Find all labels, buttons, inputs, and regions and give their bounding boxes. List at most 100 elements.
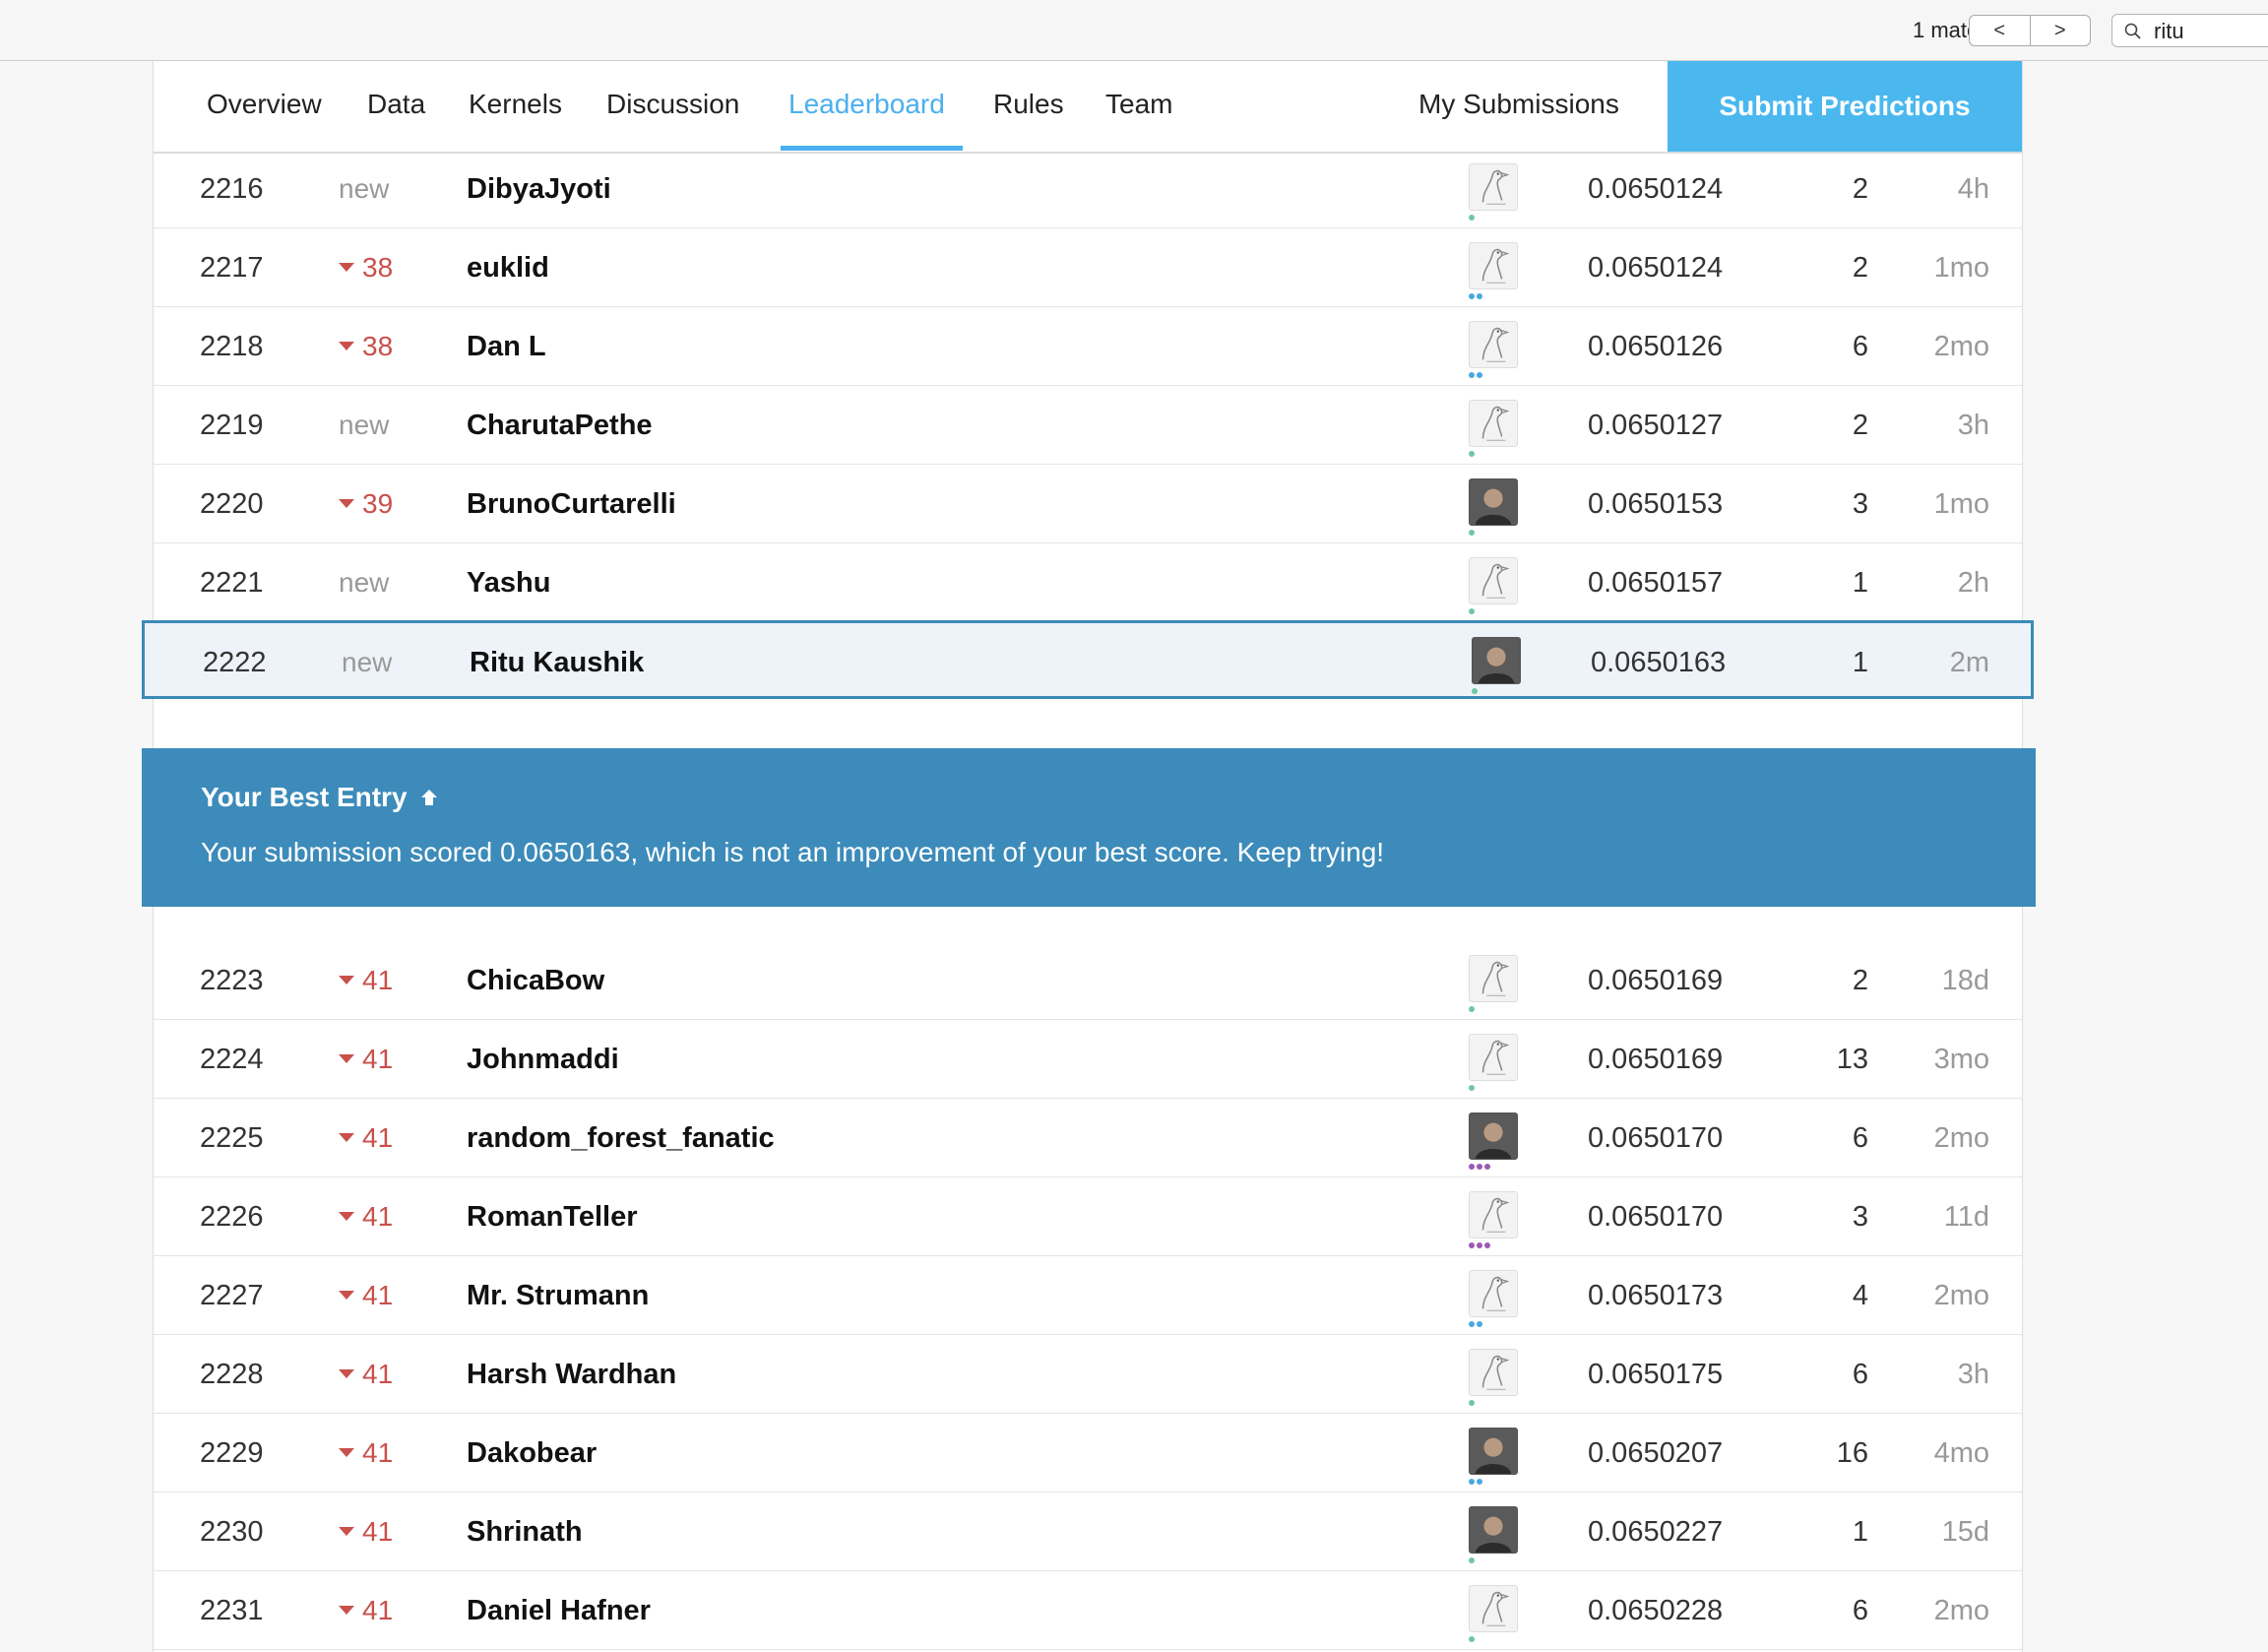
leaderboard-row[interactable]: 2224 41 Johnmaddi 0.0650169 13 3mo bbox=[154, 1020, 2022, 1099]
team-name[interactable]: BrunoCurtarelli bbox=[467, 465, 676, 543]
leaderboard-row[interactable]: 2230 41 Shrinath 0.0650227 1 15d bbox=[154, 1493, 2022, 1571]
find-next-button[interactable]: > bbox=[2029, 16, 2091, 45]
team-name[interactable]: Ritu Kaushik bbox=[470, 623, 644, 702]
team-name[interactable]: RomanTeller bbox=[467, 1177, 638, 1256]
find-query: ritu bbox=[2154, 19, 2184, 43]
entry-count: 16 bbox=[1836, 1437, 1868, 1469]
member-dot bbox=[1472, 688, 1478, 694]
team-avatar[interactable] bbox=[1469, 321, 1518, 368]
rank-change: 41 bbox=[339, 1414, 393, 1493]
team-avatar[interactable] bbox=[1469, 1112, 1518, 1160]
team-score: 0.0650169 bbox=[1588, 965, 1724, 996]
tab-discussion[interactable]: Discussion bbox=[606, 89, 739, 120]
member-dot bbox=[1477, 1242, 1482, 1248]
team-member-dots bbox=[1469, 1636, 1475, 1642]
leaderboard-row[interactable]: 2216 new DibyaJyoti 0.0650124 2 4h bbox=[154, 150, 2022, 228]
leaderboard-row[interactable]: 2220 39 BrunoCurtarelli 0.0650153 3 1mo bbox=[154, 465, 2022, 543]
tab-overview[interactable]: Overview bbox=[207, 89, 322, 120]
team-name[interactable]: Dakobear bbox=[467, 1414, 597, 1493]
member-dot bbox=[1469, 1636, 1475, 1642]
rank-change: 41 bbox=[339, 1335, 393, 1414]
tab-rules[interactable]: Rules bbox=[993, 89, 1064, 120]
team-name[interactable]: Harsh Wardhan bbox=[467, 1335, 676, 1414]
leaderboard-row[interactable]: 2223 41 ChicaBow 0.0650169 2 18d bbox=[154, 941, 2022, 1020]
team-score: 0.0650169 bbox=[1588, 1044, 1724, 1075]
team-avatar[interactable] bbox=[1469, 955, 1518, 1002]
team-avatar[interactable] bbox=[1469, 1428, 1518, 1475]
member-dot bbox=[1469, 215, 1475, 221]
last-submission: 1mo bbox=[1933, 488, 1989, 520]
team-name[interactable]: Dan L bbox=[467, 307, 546, 386]
team-avatar[interactable] bbox=[1472, 637, 1521, 684]
rank-number: 2217 bbox=[200, 252, 264, 284]
member-dot bbox=[1469, 1479, 1475, 1485]
team-name[interactable]: DibyaJyoti bbox=[467, 150, 611, 228]
rank-change: 41 bbox=[339, 1571, 393, 1650]
caret-down-icon bbox=[339, 1054, 354, 1064]
tab-kernels[interactable]: Kernels bbox=[469, 89, 562, 120]
leaderboard-row[interactable]: 2221 new Yashu 0.0650157 1 2h bbox=[154, 543, 2022, 622]
leaderboard-row[interactable]: 2219 new CharutaPethe 0.0650127 2 3h bbox=[154, 386, 2022, 465]
leaderboard-card: Overview Data Kernels Discussion Leaderb… bbox=[142, 61, 2036, 1652]
leaderboard-row[interactable]: 2226 41 RomanTeller 0.0650170 3 11d bbox=[154, 1177, 2022, 1256]
tab-data[interactable]: Data bbox=[367, 89, 425, 120]
my-submissions-link[interactable]: My Submissions bbox=[1418, 89, 1619, 120]
team-score: 0.0650127 bbox=[1588, 410, 1724, 441]
rank-change-value: new bbox=[342, 647, 393, 677]
rank-change: 38 bbox=[339, 307, 393, 386]
team-member-dots bbox=[1469, 1085, 1475, 1091]
member-dot bbox=[1469, 1321, 1475, 1327]
rank-number: 2230 bbox=[200, 1516, 264, 1548]
team-name[interactable]: Daniel Hafner bbox=[467, 1571, 651, 1650]
team-member-dots bbox=[1469, 372, 1482, 378]
caret-down-icon bbox=[339, 1212, 354, 1222]
team-name[interactable]: euklid bbox=[467, 228, 549, 307]
leaderboard-row[interactable]: 2231 41 Daniel Hafner 0.0650228 6 2mo bbox=[154, 1571, 2022, 1650]
member-dot bbox=[1469, 1242, 1475, 1248]
team-avatar[interactable] bbox=[1469, 1191, 1518, 1239]
leaderboard-row[interactable]: 2228 41 Harsh Wardhan 0.0650175 6 3h bbox=[154, 1335, 2022, 1414]
team-name[interactable]: Yashu bbox=[467, 543, 550, 622]
leaderboard-row[interactable]: 2218 38 Dan L 0.0650126 6 2mo bbox=[154, 307, 2022, 386]
best-entry-title-text: Your Best Entry bbox=[201, 782, 408, 812]
team-member-dots bbox=[1469, 1321, 1482, 1327]
team-avatar[interactable] bbox=[1469, 1506, 1518, 1554]
my-entry-row[interactable]: 2222 new Ritu Kaushik 0.0650163 1 2m bbox=[142, 620, 2034, 699]
submit-predictions-button[interactable]: Submit Predictions bbox=[1668, 61, 2022, 152]
leaderboard-row[interactable]: 2225 41 random_forest_fanatic 0.0650170 6 2mo bbox=[154, 1099, 2022, 1177]
team-name[interactable]: CharutaPethe bbox=[467, 386, 653, 465]
rank-change: 41 bbox=[339, 1099, 393, 1177]
team-name[interactable]: random_forest_fanatic bbox=[467, 1099, 775, 1177]
rank-number: 2218 bbox=[200, 331, 264, 362]
leaderboard-row[interactable]: 2229 41 Dakobear 0.0650207 16 4mo bbox=[154, 1414, 2022, 1493]
tab-team[interactable]: Team bbox=[1105, 89, 1172, 120]
team-avatar[interactable] bbox=[1469, 400, 1518, 447]
leaderboard-row[interactable]: 2217 38 euklid 0.0650124 2 1mo bbox=[154, 228, 2022, 307]
team-avatar[interactable] bbox=[1469, 1349, 1518, 1396]
tab-leaderboard[interactable]: Leaderboard bbox=[788, 89, 945, 120]
team-avatar[interactable] bbox=[1469, 242, 1518, 289]
last-submission: 2mo bbox=[1933, 1122, 1989, 1154]
team-avatar[interactable] bbox=[1469, 1034, 1518, 1081]
find-previous-button[interactable]: < bbox=[1970, 16, 2030, 45]
team-avatar[interactable] bbox=[1469, 557, 1518, 604]
team-member-dots bbox=[1469, 1164, 1490, 1170]
entry-count: 2 bbox=[1852, 173, 1868, 205]
team-avatar[interactable] bbox=[1469, 163, 1518, 211]
rank-number: 2229 bbox=[200, 1437, 264, 1469]
team-name[interactable]: ChicaBow bbox=[467, 941, 604, 1020]
team-name[interactable]: Johnmaddi bbox=[467, 1020, 619, 1099]
team-avatar[interactable] bbox=[1469, 1585, 1518, 1632]
find-bar: 1 match < > ritu bbox=[0, 0, 2268, 61]
team-name[interactable]: Mr. Strumann bbox=[467, 1256, 649, 1335]
team-name[interactable]: Shrinath bbox=[467, 1493, 583, 1571]
member-dot bbox=[1469, 372, 1475, 378]
team-avatar[interactable] bbox=[1469, 1270, 1518, 1317]
team-avatar[interactable] bbox=[1469, 478, 1518, 526]
team-score: 0.0650227 bbox=[1588, 1516, 1724, 1548]
find-search-input[interactable]: ritu bbox=[2111, 14, 2268, 47]
leaderboard-row[interactable]: 2227 41 Mr. Strumann 0.0650173 4 2mo bbox=[154, 1256, 2022, 1335]
rank-change-value: 38 bbox=[362, 331, 394, 361]
member-dot bbox=[1469, 293, 1475, 299]
rank-number: 2231 bbox=[200, 1595, 264, 1626]
